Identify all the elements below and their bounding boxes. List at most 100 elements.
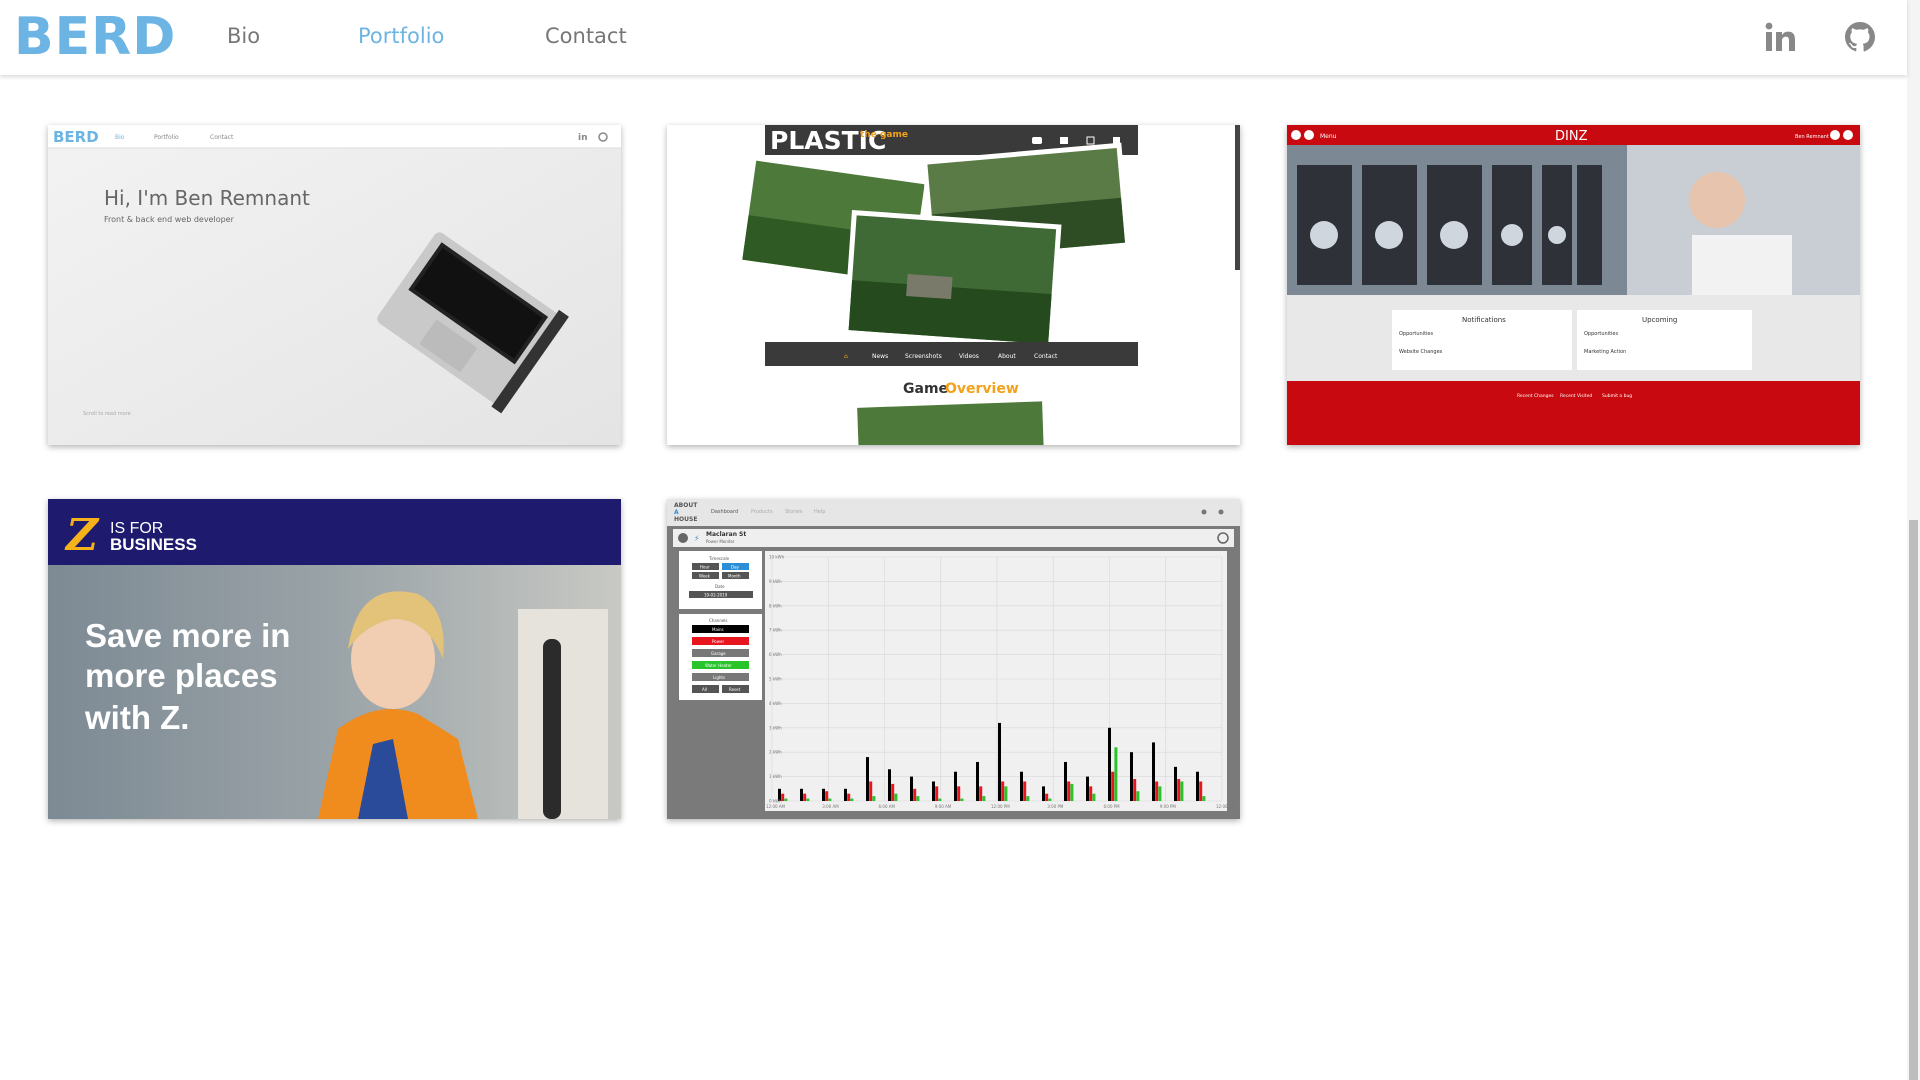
- chart-bar: [803, 793, 807, 801]
- thumb-bell-icon: [1201, 509, 1207, 515]
- nav-portfolio[interactable]: Portfolio: [358, 24, 444, 48]
- thumb-channel-reset: Reset: [729, 687, 741, 692]
- chart-y-tick-label: 9 kWh: [769, 579, 782, 584]
- thumb-home-icon: [1291, 130, 1301, 140]
- chart-bar: [800, 788, 803, 801]
- thumb-power-icon: ⚡: [694, 534, 700, 543]
- chart-bar: [1133, 779, 1137, 801]
- chart-bar: [1108, 727, 1111, 801]
- chart-y-tick-label: 10 kWh: [769, 555, 785, 560]
- chart-y-tick-label: 3 kWh: [769, 725, 782, 730]
- chart-bar: [1089, 786, 1093, 801]
- chart-bar: [1180, 781, 1184, 801]
- thumb-settings-icon: [1843, 130, 1853, 140]
- chart-bar: [806, 798, 810, 801]
- thumb-channel-power: Power: [712, 639, 724, 644]
- chart-y-tick-label: 4 kWh: [769, 701, 782, 706]
- chart-bar: [957, 786, 961, 801]
- thumb-panel-row: Opportunities: [1399, 331, 1434, 337]
- chart-x-tick-label: 6:00 PM: [1104, 804, 1121, 809]
- chart-bar: [866, 757, 869, 801]
- thumb-nav-contact: Contact: [1034, 353, 1058, 360]
- chart-bar: [784, 798, 788, 801]
- thumb-brand-bottom: BUSINESS: [110, 535, 197, 554]
- chart-x-tick-label: 12:00 PM: [991, 804, 1010, 809]
- thumb-headline-line2: more places: [85, 657, 278, 694]
- thumb-timescale-label: Timescale: [708, 556, 730, 561]
- site-logo[interactable]: BERD: [14, 5, 176, 69]
- chart-bar: [828, 798, 832, 801]
- thumb-date-label: Date: [715, 584, 725, 589]
- thumb-dinz-brand: DINZ: [1555, 129, 1588, 144]
- thumb-nav-videos: Videos: [959, 353, 979, 360]
- chart-bar: [1152, 742, 1155, 801]
- thumb-sublocation: Power Monitor: [706, 539, 735, 544]
- nav-contact[interactable]: Contact: [545, 24, 627, 48]
- chart-bar: [932, 781, 935, 801]
- thumb-home-icon: ⌂: [844, 353, 848, 360]
- thumb-nav-products: Products: [751, 509, 773, 515]
- chart-x-tick-label: 12:00 AM: [1216, 804, 1236, 809]
- chart-y-tick-label: 7 kWh: [769, 628, 782, 633]
- thumb-nav-stories: Stories: [785, 509, 803, 515]
- portfolio-item-z-business[interactable]: Z IS FOR BUSINESS Save more in more plac…: [48, 499, 621, 819]
- chart-bar: [935, 786, 939, 801]
- chart-y-tick-label: 5 kWh: [769, 677, 782, 682]
- thumb-headline-line3: with Z.: [84, 699, 189, 736]
- chart-bar: [1045, 793, 1049, 801]
- chart-bar: [979, 786, 983, 801]
- page-scrollbar[interactable]: [1907, 0, 1920, 1080]
- chart-bar: [1174, 766, 1177, 801]
- chart-x-tick-label: 9:00 PM: [1160, 804, 1177, 809]
- thumb-date-value: 19-02-2019: [704, 593, 728, 598]
- chart-bar: [1092, 793, 1096, 801]
- scrollbar-thumb[interactable]: [1909, 520, 1918, 1080]
- chart-bar: [1001, 781, 1005, 801]
- thumb-btn-recent-visited: Recent Visited: [1560, 393, 1592, 399]
- thumb-plastic-tag: the game: [860, 130, 908, 140]
- thumb-month-button: Month: [728, 574, 741, 579]
- chart-x-tick-label: 3:00 AM: [822, 804, 839, 809]
- chart-bar: [976, 761, 979, 801]
- thumb-user-icon: [1830, 130, 1840, 140]
- chart-bar: [781, 793, 785, 801]
- chart-bar: [1114, 747, 1118, 801]
- thumb-overview-title: Overview: [945, 381, 1019, 397]
- chart-x-tick-label: 3:00 PM: [1047, 804, 1064, 809]
- chart-bar: [913, 788, 917, 801]
- thumb-btn-submit-bug: Submit a bug: [1602, 393, 1632, 399]
- chart-bar: [1086, 776, 1089, 801]
- thumb-logo: BERD: [53, 128, 99, 146]
- thumb-plastic-nav: [765, 342, 1138, 366]
- thumb-channel-water-heater: Water Heater: [705, 663, 732, 668]
- top-navbar: BERD Bio Portfolio Contact: [0, 0, 1907, 75]
- chart-bar: [822, 788, 825, 801]
- portfolio-item-berd[interactable]: BERD Bio Portfolio Contact in Hi, I'm Be…: [48, 125, 621, 445]
- chart-bar: [1196, 771, 1199, 801]
- thumb-brand-line3: HOUSE: [674, 516, 697, 523]
- z-logo-icon: Z: [64, 510, 100, 561]
- chart-bar: [1023, 781, 1027, 801]
- portfolio-item-dinz[interactable]: Menu DINZ Ben Remnant Notifications Oppo…: [1287, 125, 1860, 445]
- portfolio-item-about-a-house[interactable]: ABOUT A HOUSE Dashboard Products Stories…: [667, 499, 1240, 819]
- thumb-game-title: Game: [903, 381, 948, 397]
- github-icon[interactable]: [1843, 20, 1877, 54]
- chart-bar: [894, 793, 898, 801]
- chart-bar: [1111, 771, 1115, 801]
- chart-bar: [1064, 761, 1067, 801]
- chart-x-tick-label: 6:00 AM: [879, 804, 896, 809]
- thumb-scroll-hint: Scroll to read more: [83, 411, 131, 417]
- chart-bar: [891, 783, 895, 801]
- thumb-user-name: Ben Remnant: [1795, 134, 1829, 140]
- chart-bar: [1136, 791, 1140, 801]
- thumb-headline: Hi, I'm Ben Remnant: [104, 186, 310, 210]
- thumb-panel-title: Notifications: [1462, 316, 1506, 324]
- nav-bio[interactable]: Bio: [227, 24, 260, 48]
- chart-bar: [850, 798, 854, 801]
- linkedin-icon[interactable]: [1764, 20, 1798, 54]
- portfolio-item-plastic[interactable]: PLASTIC the game ⌂ News Screenshots Vide…: [667, 125, 1240, 445]
- chart-y-tick-label: 2 kWh: [769, 750, 782, 755]
- chart-bar: [844, 788, 847, 801]
- thumb-subheadline: Front & back end web developer: [104, 215, 235, 224]
- chart-bar: [872, 796, 876, 801]
